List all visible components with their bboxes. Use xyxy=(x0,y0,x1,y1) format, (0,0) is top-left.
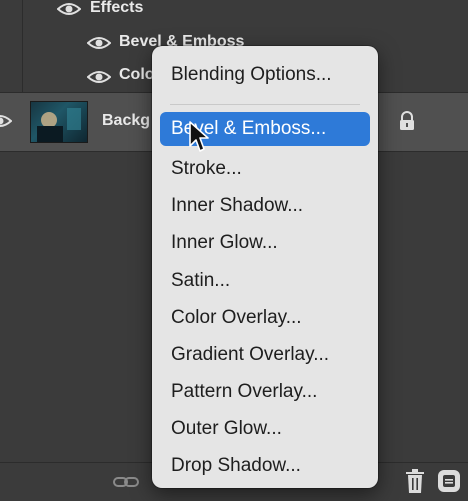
menu-item-gradient-overlay[interactable]: Gradient Overlay... xyxy=(160,338,370,372)
effects-label: Effects xyxy=(90,0,144,16)
eye-icon[interactable] xyxy=(0,113,12,129)
menu-item-pattern-overlay[interactable]: Pattern Overlay... xyxy=(160,375,370,409)
color-effect-label: Colo xyxy=(119,66,155,83)
menu-item-satin[interactable]: Satin... xyxy=(160,264,370,298)
trash-icon[interactable] xyxy=(404,468,426,494)
menu-item-stroke[interactable]: Stroke... xyxy=(160,152,370,186)
menu-item-color-overlay[interactable]: Color Overlay... xyxy=(160,301,370,335)
eye-icon[interactable] xyxy=(57,1,81,17)
eye-icon[interactable] xyxy=(87,69,111,85)
link-icon[interactable] xyxy=(113,473,139,491)
adjustments-icon[interactable] xyxy=(437,469,461,493)
eye-icon[interactable] xyxy=(87,35,111,51)
menu-item-blending-options[interactable]: Blending Options... xyxy=(160,58,370,92)
effects-row[interactable]: Effects xyxy=(0,0,468,24)
menu-item-outer-glow[interactable]: Outer Glow... xyxy=(160,412,370,446)
lock-icon xyxy=(400,111,414,130)
menu-item-inner-shadow[interactable]: Inner Shadow... xyxy=(160,189,370,223)
background-layer-label: Backg xyxy=(102,112,151,129)
mouse-cursor-icon xyxy=(189,121,209,152)
menu-item-inner-glow[interactable]: Inner Glow... xyxy=(160,226,370,260)
layer-style-context-menu: Blending Options... Bevel & Emboss... St… xyxy=(152,46,378,488)
menu-item-drop-shadow[interactable]: Drop Shadow... xyxy=(160,449,370,483)
layer-thumbnail[interactable] xyxy=(30,101,88,143)
menu-separator xyxy=(170,104,360,105)
